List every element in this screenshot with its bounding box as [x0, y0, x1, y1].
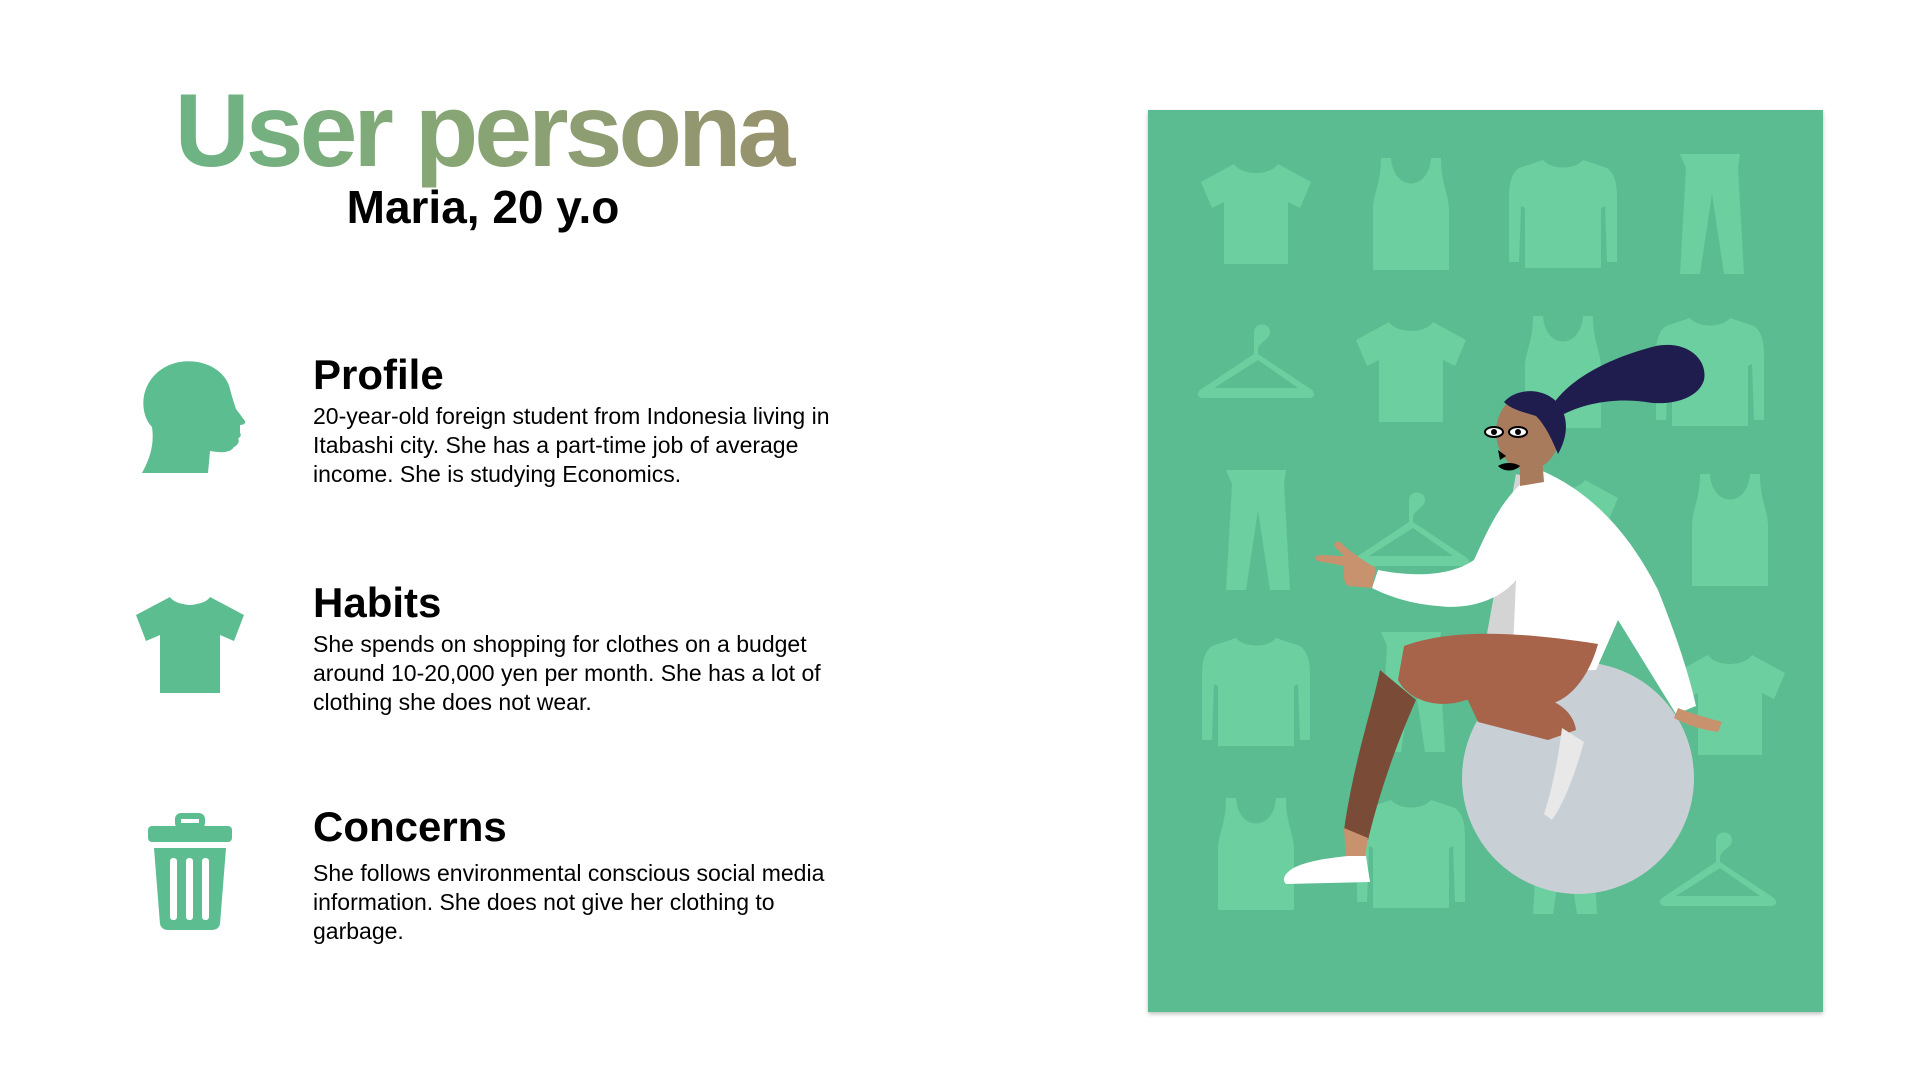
page-title: User persona	[0, 72, 966, 192]
trash-can-icon	[130, 812, 250, 932]
tshirt-icon	[130, 585, 250, 705]
profile-heading: Profile	[313, 351, 444, 398]
concerns-text: She follows environmental conscious soci…	[313, 860, 825, 944]
concerns-heading: Concerns	[313, 803, 507, 850]
head-profile-icon	[130, 355, 250, 475]
habits-heading: Habits	[313, 579, 442, 626]
habits-text: She spends on shopping for clothes on a …	[313, 631, 821, 715]
persona-name: Maria, 20 y.o	[346, 181, 620, 233]
persona-illustration	[1148, 110, 1823, 1012]
profile-text: 20-year-old foreign student from Indones…	[313, 403, 830, 487]
